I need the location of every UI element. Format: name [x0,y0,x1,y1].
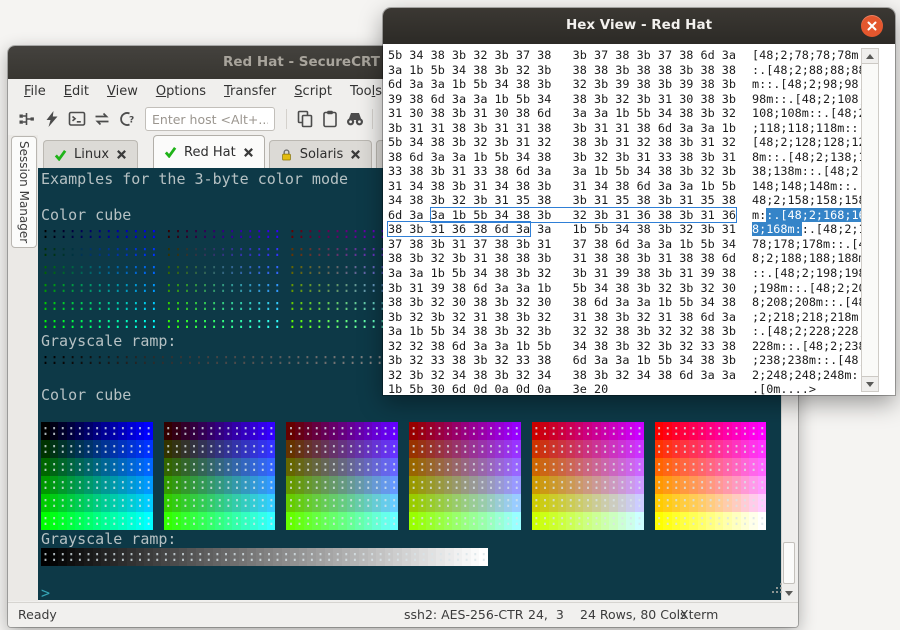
terminal-row: ::::::::::::::::::::::::::::::::::::::::… [41,422,780,440]
copy-icon[interactable] [292,106,317,132]
tab-close-button[interactable] [243,147,254,158]
hex-row: 5b 34 38 3b 32 3b 31 32 38 3b 31 32 38 3… [388,135,895,150]
hex-row: 1b 5b 30 6d 0d 0a 0d 0a 3e 20.[0m....> [388,382,895,397]
quick-connect-icon[interactable] [39,106,64,132]
menu-item-edit[interactable]: Edit [55,81,98,102]
disconnect-icon[interactable]: ? [114,106,139,132]
hex-row: 38 3b 32 30 38 3b 32 30 38 6d 3a 3a 1b 5… [388,295,895,310]
hex-row: 38 3b 32 3b 31 38 38 3b 31 38 38 3b 31 3… [388,251,895,266]
hex-row: 3a 3a 1b 5b 34 38 3b 32 3b 31 39 38 3b 3… [388,266,895,281]
tab-label: Solaris [300,147,344,162]
terminal-row: ::::::::::::::::::::::::::::::::::::::::… [41,476,780,494]
session-manager-tab[interactable]: Session Manager [11,136,37,248]
status-terminal-size: 24 Rows, 80 Cols [580,607,687,622]
session-manager-strip: Session Manager [8,135,38,601]
menu-item-transfer[interactable]: Transfer [215,81,285,102]
ascii-selection: :.[48;2;168;16 [766,208,865,222]
ascii-selection: 8;168m: [752,222,802,236]
close-icon [350,149,361,160]
hex-row: 3b 32 3b 32 31 38 3b 32 31 38 3b 32 31 3… [388,310,895,325]
check-icon [54,149,67,161]
statusbar: Ready ssh2: AES-256-CTR 24, 3 24 Rows, 8… [8,602,798,627]
hex-row: 32 32 38 6d 3a 3a 1b 5b 34 38 3b 32 3b 3… [388,339,895,354]
status-ready: Ready [18,607,57,622]
terminal-row: ::::::::::::::::::::::::::::::::::::::::… [41,512,780,530]
hex-row: 3a 1b 5b 34 38 3b 32 3b 32 32 38 3b 32 3… [388,324,895,339]
hex-selection: 38 3b 31 36 38 6d 3a [388,222,530,236]
session-manager-icon[interactable] [14,106,39,132]
lock-icon [280,148,293,162]
hex-row: 3a 1b 5b 34 38 3b 32 3b 38 38 3b 38 38 3… [388,63,895,78]
hex-row: 3b 32 33 38 3b 32 33 38 6d 3a 3a 1b 5b 3… [388,353,895,368]
tab-linux[interactable]: Linux [43,140,138,168]
terminal-row: Grayscale ramp: [41,530,780,548]
hex-scroll-up-button[interactable] [862,49,878,63]
terminal-row [41,566,780,584]
terminal-row: ::::::::::::::::::::::::::::::::::::::::… [41,548,780,566]
terminal-row [41,404,780,422]
hex-row: 37 38 3b 31 37 38 3b 31 37 38 6d 3a 3a 1… [388,237,895,252]
hex-row: 5b 34 38 3b 32 3b 37 38 3b 37 38 3b 37 3… [388,48,895,63]
desktop: { "main_window": { "title": "Red Hat - S… [0,0,900,630]
tab-close-button[interactable] [116,149,127,160]
hex-row: 38 3b 31 36 38 6d 3a 3a 1b 5b 34 38 3b 3… [388,222,895,237]
terminal-row: ::::::::::::::::::::::::::::::::::::::::… [41,494,780,512]
hex-titlebar[interactable]: Hex View - Red Hat [383,8,895,44]
chevron-down-icon [866,382,874,387]
hex-scrollbar[interactable] [861,48,879,392]
hex-row: 3b 31 31 38 3b 31 31 38 3b 31 31 38 6d 3… [388,121,895,136]
terminal-icon[interactable] [64,106,89,132]
tab-red-hat[interactable]: Red Hat [153,135,265,168]
toolbar-separator [286,109,287,129]
status-emulation: Xterm [680,607,718,622]
chevron-up-icon [866,54,874,59]
close-icon [116,149,127,160]
tab-solaris[interactable]: Solaris [269,140,373,168]
menu-item-options[interactable]: Options [147,81,215,102]
find-icon[interactable] [342,106,367,132]
hex-row: 32 3b 32 34 38 3b 32 34 38 3b 32 34 38 6… [388,368,895,383]
check-icon [164,146,177,158]
toolbar-separator [372,109,373,129]
reconnect-icon[interactable] [89,106,114,132]
status-cursor-position: 24, 3 [528,607,564,622]
tab-label: Linux [74,147,109,162]
tab-label: Red Hat [184,145,236,160]
tab-close-button[interactable] [350,149,361,160]
session-manager-label: Session Manager [17,141,31,243]
main-window-title: Red Hat - SecureCRT [223,54,380,70]
host-input[interactable] [145,107,275,131]
hex-content[interactable]: 5b 34 38 3b 32 3b 37 38 3b 37 38 3b 37 3… [383,44,895,395]
close-icon [867,21,877,31]
hex-window-title: Hex View - Red Hat [383,17,895,33]
hex-view-window: Hex View - Red Hat 5b 34 38 3b 32 3b 37 … [383,8,895,395]
hex-row: 34 38 3b 32 3b 31 35 38 3b 31 35 38 3b 3… [388,193,895,208]
terminal-row: ::::::::::::::::::::::::::::::::::::::::… [41,440,780,458]
menu-item-script[interactable]: Script [285,81,341,102]
status-cipher: ssh2: AES-256-CTR [404,607,523,622]
menu-item-file[interactable]: File [15,81,55,102]
menu-item-view[interactable]: View [98,81,147,102]
hex-row: 31 30 38 3b 31 30 38 6d 3a 3a 1b 5b 34 3… [388,106,895,121]
close-button[interactable] [861,15,883,37]
svg-text:?: ? [129,116,134,126]
hex-row: 6d 3a 3a 1b 5b 34 38 3b 32 3b 31 36 38 3… [388,208,895,223]
hex-selection: 3a 1b 5b 34 38 3b 32 3b 31 36 38 3b 31 3… [431,208,736,222]
hex-row: 6d 3a 3a 1b 5b 34 38 3b 32 3b 39 38 3b 3… [388,77,895,92]
hex-row: 39 38 6d 3a 3a 1b 5b 34 38 3b 32 3b 31 3… [388,92,895,107]
close-icon [243,147,254,158]
hex-row: 31 34 38 3b 31 34 38 3b 31 34 38 6d 3a 3… [388,179,895,194]
hex-row: 3b 31 39 38 6d 3a 3a 1b 5b 34 38 3b 32 3… [388,281,895,296]
paste-icon[interactable] [317,106,342,132]
hex-scroll-down-button[interactable] [862,377,878,391]
hex-row: 33 38 3b 31 33 38 6d 3a 3a 1b 5b 34 38 3… [388,164,895,179]
terminal-row: ::::::::::::::::::::::::::::::::::::::::… [41,458,780,476]
resize-grip[interactable] [771,552,795,624]
hex-scrollbar-thumb[interactable] [862,63,878,377]
hex-row: 38 6d 3a 3a 1b 5b 34 38 3b 32 3b 31 33 3… [388,150,895,165]
terminal-row: > [41,584,780,600]
